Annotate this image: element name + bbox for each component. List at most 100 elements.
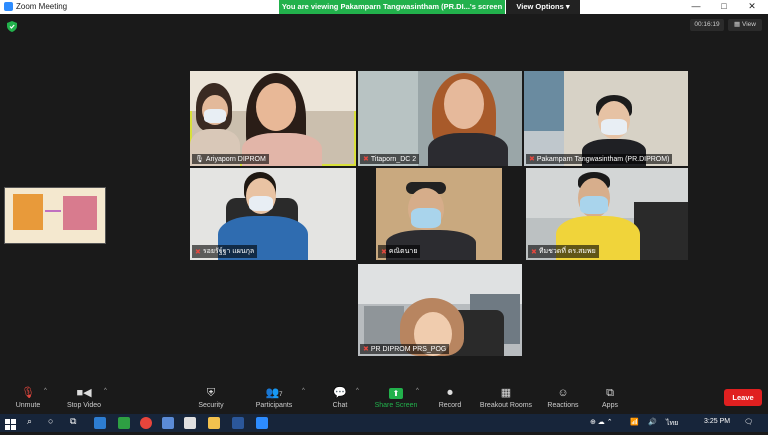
view-options-label: View Options	[516, 2, 564, 11]
breakout-rooms-label: Breakout Rooms	[479, 402, 533, 409]
participant-name: Titaporn_DC 2	[370, 155, 417, 163]
chat-button[interactable]: 💬 Chat	[326, 386, 354, 409]
system-tray-icons[interactable]: ⊕ ☁ ⌃	[590, 418, 613, 426]
shield-icon: ⛨	[206, 387, 216, 399]
close-button[interactable]: ✕	[740, 0, 764, 14]
slide-image-right	[63, 196, 97, 230]
video-tile[interactable]: 🎙 Ariyaporn DIPROM	[190, 71, 356, 166]
view-options-button[interactable]: View Options ▾	[506, 0, 580, 14]
participant-label: ✖ ทีมชวดที่ ดร.สมพย	[528, 245, 599, 258]
office-chair	[634, 202, 688, 260]
participant-name: Ariyaporn DIPROM	[205, 155, 266, 163]
mic-icon: 🎙	[195, 156, 204, 163]
view-button[interactable]: ▦ View	[728, 19, 762, 31]
share-options-caret[interactable]: ^	[416, 388, 419, 394]
leave-button[interactable]: Leave	[724, 389, 762, 406]
window-title: Zoom Meeting	[16, 2, 68, 11]
participants-count: 7	[279, 392, 283, 398]
network-icon[interactable]: 📶	[630, 418, 639, 426]
reactions-label: Reactions	[547, 402, 579, 409]
participant-label: 🎙 Ariyaporn DIPROM	[192, 154, 269, 164]
record-button[interactable]: ⏺ Record	[434, 386, 466, 409]
chat-bubble-icon: 💬	[333, 387, 347, 399]
notifications-icon[interactable]: 🗨	[744, 418, 753, 426]
title-bar: Zoom Meeting You are viewing Pakamparn T…	[0, 0, 768, 14]
participants-options-caret[interactable]: ^	[302, 388, 305, 394]
participant-name: Pakamparn Tangwasintham (PR.DIPROM)	[536, 155, 670, 163]
record-icon: ⏺	[447, 387, 453, 399]
shared-screen-thumbnail[interactable]	[4, 187, 106, 244]
video-tile[interactable]: ✖ รอยรัฐ์ฐา แผนกุล	[190, 168, 356, 260]
participant-name: PR DIPROM PRS_POG	[370, 345, 447, 353]
participant-name: รอยรัฐ์ฐา แผนกุล	[202, 248, 255, 255]
background-window	[524, 71, 564, 131]
file-explorer-icon[interactable]	[208, 417, 220, 429]
windows-taskbar: ⌕ ○ ⧉ ⊕ ☁ ⌃ 📶 🔊 ไทย 3:25 PM 🗨	[0, 414, 768, 432]
face-mask	[601, 119, 627, 135]
search-icon[interactable]: ⌕	[27, 416, 32, 427]
smiley-icon: ☺	[557, 387, 569, 399]
record-label: Record	[438, 402, 462, 409]
person-head	[256, 83, 296, 131]
video-tile[interactable]: ✖ Titaporn_DC 2	[358, 71, 522, 166]
background-blur	[358, 71, 418, 166]
video-tile[interactable]: ✖ PR DIPROM PRS_POG	[358, 264, 522, 356]
line-app-icon[interactable]	[118, 417, 130, 429]
breakout-rooms-icon: ▦	[500, 387, 512, 399]
stop-video-label: Stop Video	[66, 402, 102, 409]
person-body	[428, 133, 508, 166]
participant-name: ทีมชวดที่ ดร.สมพย	[538, 248, 596, 255]
share-screen-label: Share Screen	[374, 402, 418, 409]
video-options-caret[interactable]: ^	[104, 388, 107, 394]
security-label: Security	[198, 402, 224, 409]
mic-muted-icon: ✖	[529, 156, 535, 163]
chat-label: Chat	[332, 402, 348, 409]
participant-label: ✖ Titaporn_DC 2	[360, 154, 420, 164]
participant-label: ✖ รอยรัฐ์ฐา แผนกุล	[192, 245, 258, 258]
share-screen-icon: ⬆	[372, 386, 420, 400]
shield-icon[interactable]	[7, 21, 17, 32]
meeting-timer: 00:16:19	[690, 19, 724, 31]
participants-label: Participants	[255, 402, 293, 409]
task-view-icon[interactable]: ⧉	[70, 416, 76, 427]
share-screen-button[interactable]: ⬆ Share Screen	[372, 386, 420, 409]
stop-video-button[interactable]: ■◀ Stop Video	[62, 386, 106, 409]
chrome-icon[interactable]	[140, 417, 152, 429]
reactions-button[interactable]: ☺ Reactions	[544, 386, 582, 409]
mic-muted-icon: ✖	[381, 248, 387, 256]
video-tile[interactable]: ✖ ทีมชวดที่ ดร.สมพย	[526, 168, 688, 260]
apps-icon: ⧉	[606, 387, 614, 399]
view-label: View	[741, 21, 756, 28]
minimize-button[interactable]: —	[684, 0, 708, 14]
face-mask	[204, 109, 226, 123]
mic-muted-icon: ✖	[363, 346, 369, 353]
participant-label: ✖ คณิตนาย	[378, 245, 421, 258]
breakout-rooms-button[interactable]: ▦ Breakout Rooms	[476, 386, 536, 409]
files-icon[interactable]	[162, 417, 174, 429]
video-tile[interactable]: ✖ คณิตนาย	[376, 168, 502, 260]
video-camera-icon: ■◀	[76, 387, 92, 399]
chat-options-caret[interactable]: ^	[356, 388, 359, 394]
security-button[interactable]: ⛨ Security	[193, 386, 229, 409]
participants-button[interactable]: 👥7 Participants	[252, 386, 296, 409]
edge-icon[interactable]	[94, 417, 106, 429]
apps-button[interactable]: ⧉ Apps	[596, 386, 624, 409]
maximize-button[interactable]: □	[712, 0, 736, 14]
cortana-icon[interactable]: ○	[48, 416, 53, 426]
participant-label: ✖ PR DIPROM PRS_POG	[360, 344, 450, 354]
language-indicator[interactable]: ไทย	[666, 418, 678, 429]
video-tile[interactable]: ✖ Pakamparn Tangwasintham (PR.DIPROM)	[524, 71, 688, 166]
mic-muted-icon: 🎙	[21, 387, 35, 399]
unmute-button[interactable]: 🎙 Unmute	[10, 386, 46, 409]
participant-label: ✖ Pakamparn Tangwasintham (PR.DIPROM)	[526, 154, 673, 164]
notepad-icon[interactable]	[184, 417, 196, 429]
word-icon[interactable]	[232, 417, 244, 429]
clock[interactable]: 3:25 PM	[704, 418, 730, 425]
zoom-taskbar-icon[interactable]	[256, 417, 268, 429]
mic-muted-icon: ✖	[195, 248, 201, 256]
face-mask	[580, 196, 608, 214]
audio-options-caret[interactable]: ^	[44, 388, 47, 394]
face-mask	[249, 196, 273, 211]
volume-icon[interactable]: 🔊	[648, 418, 657, 426]
windows-start-icon[interactable]	[5, 417, 16, 430]
